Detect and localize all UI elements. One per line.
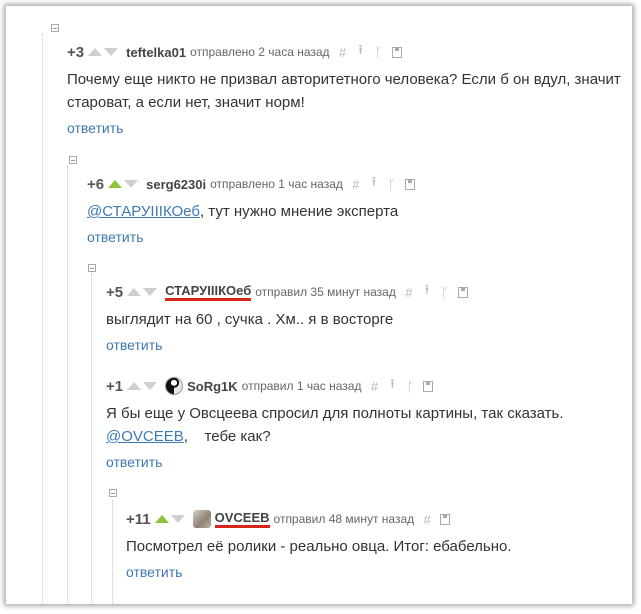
- upvote-icon[interactable]: [127, 382, 142, 390]
- collapse-toggle[interactable]: [51, 24, 59, 32]
- parent-arrow-icon[interactable]: ⭱: [422, 281, 432, 303]
- comment: +3 teftelka01 отправлено 2 часа назад # …: [67, 42, 627, 136]
- comment-username[interactable]: teftelka01: [126, 45, 186, 60]
- branch-icon[interactable]: ᚴ: [405, 379, 415, 394]
- comment: +5 СТАРУIIIКОеб отправил 35 минут назад …: [106, 282, 626, 353]
- permalink-icon[interactable]: #: [338, 45, 348, 60]
- collapse-toggle[interactable]: [88, 264, 96, 272]
- comment-username[interactable]: OVCEEB: [214, 510, 270, 528]
- comment-username[interactable]: serg6230i: [146, 177, 206, 192]
- comment-time: отправил 48 минут назад: [273, 512, 415, 526]
- comment-rating: +11: [126, 510, 151, 528]
- comment-meta: +6 serg6230i отправлено 1 час назад # ⭱ …: [87, 174, 627, 194]
- thread-line: [67, 166, 68, 604]
- comment-username[interactable]: SoRg1K: [187, 379, 238, 394]
- comment-text: Я бы еще у Овсцеева спросил для полноты …: [106, 402, 626, 448]
- permalink-icon[interactable]: #: [351, 177, 361, 192]
- user-mention-link[interactable]: @OVCEEB: [106, 428, 184, 445]
- reply-link[interactable]: ответить: [106, 454, 626, 470]
- downvote-icon[interactable]: [170, 515, 185, 523]
- comment-meta: +1 SoRg1K отправил 1 час назад # ⭱ ᚴ: [106, 376, 626, 396]
- parent-arrow-icon[interactable]: ⭱: [387, 375, 397, 397]
- upvote-icon[interactable]: [154, 515, 169, 523]
- parent-arrow-icon[interactable]: ⭱: [369, 173, 379, 195]
- comment-rating: +3: [67, 43, 85, 61]
- comment-time: отправлено 2 часа назад: [190, 45, 330, 59]
- downvote-icon[interactable]: [143, 382, 158, 390]
- comment-text: выглядит на 60 , сучка . Хм.. я в востор…: [106, 311, 394, 328]
- save-icon[interactable]: [404, 178, 415, 190]
- comment-text-tail: , тебе как?: [183, 428, 271, 445]
- downvote-icon[interactable]: [124, 180, 139, 188]
- reply-link[interactable]: ответить: [106, 337, 626, 353]
- avatar[interactable]: [192, 510, 211, 528]
- comment-text-body: Я бы еще у Овсцеева спросил для полноты …: [106, 405, 564, 422]
- comment-rating: +5: [106, 283, 124, 301]
- save-icon[interactable]: [391, 46, 402, 58]
- reply-link[interactable]: ответить: [126, 564, 626, 580]
- save-icon[interactable]: [440, 513, 451, 525]
- comment: +11 OVCEEB отправил 48 минут назад # Пос…: [126, 509, 626, 580]
- collapse-toggle[interactable]: [69, 156, 77, 164]
- reply-link[interactable]: ответить: [67, 120, 627, 136]
- downvote-icon[interactable]: [143, 288, 158, 296]
- user-mention-link[interactable]: @СТАРУIIIКОеб: [87, 203, 200, 220]
- branch-icon[interactable]: ᚴ: [374, 45, 384, 60]
- comment-text-body: , тут нужно мнение эксперта: [199, 203, 399, 220]
- permalink-icon[interactable]: #: [369, 379, 379, 394]
- comment-meta: +3 teftelka01 отправлено 2 часа назад # …: [67, 42, 627, 62]
- permalink-icon[interactable]: #: [404, 285, 414, 300]
- permalink-icon[interactable]: #: [422, 512, 432, 527]
- upvote-icon[interactable]: [108, 180, 123, 188]
- comment-time: отправил 1 час назад: [241, 379, 362, 393]
- comment-rating: +1: [106, 377, 124, 395]
- comment-text: Посмотрел её ролики - реально овца. Итог…: [126, 538, 512, 555]
- comment-rating: +6: [87, 175, 105, 193]
- comment-text: @СТАРУIIIКОеб, тут нужно мнение эксперта: [87, 200, 627, 223]
- comment-time: отправлено 1 час назад: [210, 177, 343, 191]
- save-icon[interactable]: [457, 286, 468, 298]
- comments-panel: +3 teftelka01 отправлено 2 часа назад # …: [6, 6, 632, 604]
- comment-time: отправил 35 минут назад: [255, 285, 396, 299]
- comment-meta: +5 СТАРУIIIКОеб отправил 35 минут назад …: [106, 282, 626, 302]
- comment-username[interactable]: СТАРУIIIКОеб: [165, 283, 252, 301]
- comment-meta: +11 OVCEEB отправил 48 минут назад #: [126, 509, 626, 529]
- thread-line: [91, 274, 92, 604]
- comment: +6 serg6230i отправлено 1 час назад # ⭱ …: [87, 174, 627, 245]
- parent-arrow-icon[interactable]: ⭱: [356, 41, 366, 63]
- upvote-icon[interactable]: [127, 288, 142, 296]
- branch-icon[interactable]: ᚴ: [440, 285, 450, 300]
- thread-line: [42, 34, 43, 604]
- comment: +1 SoRg1K отправил 1 час назад # ⭱ ᚴ Я б…: [106, 376, 626, 470]
- save-icon[interactable]: [423, 380, 434, 392]
- downvote-icon[interactable]: [104, 48, 119, 56]
- collapse-toggle[interactable]: [109, 489, 117, 497]
- thread-line: [112, 500, 113, 604]
- branch-icon[interactable]: ᚴ: [387, 177, 397, 192]
- comment-text: Почему еще никто не призвал авторитетног…: [67, 71, 621, 111]
- avatar[interactable]: [165, 377, 184, 395]
- reply-link[interactable]: ответить: [87, 229, 627, 245]
- upvote-icon[interactable]: [88, 48, 103, 56]
